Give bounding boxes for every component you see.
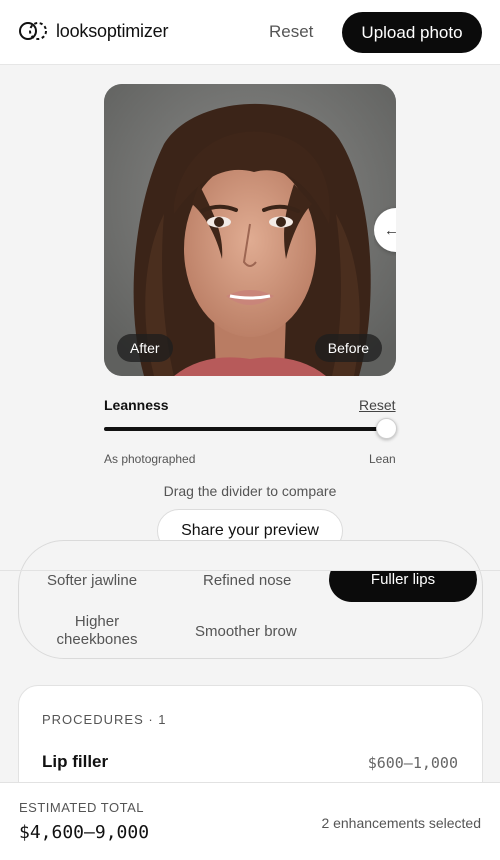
brand-logo[interactable]: looksoptimizer [19, 20, 168, 42]
enhancement-chips: Softer jawline Refined nose Fuller lips … [0, 571, 500, 671]
slider-max-label: Lean [369, 452, 396, 466]
procedure-name: Lip filler [42, 752, 109, 771]
chip-fuller-lips[interactable]: Fuller lips [329, 571, 477, 602]
double-circle-logo-icon [19, 22, 47, 40]
leanness-slider-track[interactable] [104, 427, 387, 431]
slider-reset-link[interactable]: Reset [359, 397, 396, 413]
chip-higher-cheekbones[interactable]: Higher cheekbones [47, 613, 147, 649]
compare-hint: Drag the divider to compare [163, 483, 337, 499]
app-header: looksoptimizer Reset Upload photo [0, 0, 500, 65]
leanness-slider-thumb[interactable] [376, 418, 397, 439]
slider-min-label: As photographed [104, 452, 196, 466]
leanness-slider-label: Leanness [104, 397, 169, 413]
estimate-value: $4,600–9,000 [19, 822, 150, 843]
portrait-image [104, 84, 396, 376]
before-label: Before [314, 334, 382, 362]
upload-photo-button[interactable]: Upload photo [342, 12, 482, 53]
chip-softer-jawline[interactable]: Softer jawline [47, 572, 137, 590]
procedures-heading: PROCEDURES · 1 [42, 712, 167, 727]
left-arrow-icon: ← [374, 208, 396, 252]
after-label: After [117, 334, 173, 362]
procedure-price: $600–1,000 [367, 754, 458, 772]
selected-count: 2 enhancements selected [321, 815, 481, 831]
estimate-label: ESTIMATED TOTAL [19, 800, 145, 815]
estimate-footer: ESTIMATED TOTAL $4,600–9,000 2 enhanceme… [0, 782, 500, 860]
photo-compare-preview[interactable]: After Before [104, 84, 396, 376]
header-reset-link[interactable]: Reset [269, 22, 313, 42]
brand-name: looksoptimizer [56, 20, 169, 41]
compare-divider-handle[interactable]: ← [374, 204, 396, 256]
chip-refined-nose[interactable]: Refined nose [203, 572, 291, 590]
chip-smoother-brow[interactable]: Smoother brow [195, 623, 297, 641]
